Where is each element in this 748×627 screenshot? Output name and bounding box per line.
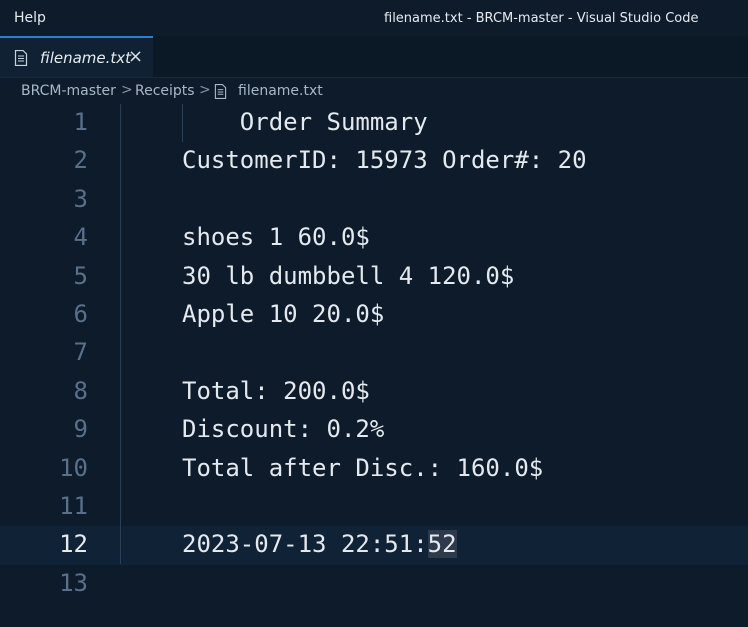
line-number: 8	[73, 376, 88, 405]
editor-line[interactable]: 7	[0, 334, 748, 372]
editor-line[interactable]: 9 Discount: 0.2%	[0, 411, 748, 449]
line-text[interactable]: 30 lb dumbbell 4 120.0$	[182, 262, 514, 290]
line-number: 10	[59, 453, 88, 482]
breadcrumb-separator: >	[121, 82, 133, 98]
tab-label: filename.txt	[40, 49, 132, 67]
line-text[interactable]: Apple 10 20.0$	[182, 300, 384, 328]
line-text[interactable]: Total: 200.0$	[182, 377, 370, 405]
breadcrumb: BRCM-master > Receipts > filename.txt	[0, 78, 748, 104]
text-selection[interactable]: 52	[427, 530, 457, 559]
editor-line[interactable]: 6 Apple 10 20.0$	[0, 296, 748, 334]
tab-filename[interactable]: filename.txt ×	[0, 36, 153, 77]
title-bar: Help filename.txt - BRCM-master - Visual…	[0, 0, 748, 36]
breadcrumb-item-root[interactable]: BRCM-master	[21, 83, 116, 99]
file-lines-icon	[14, 50, 28, 66]
breadcrumb-separator: >	[199, 82, 211, 98]
menu-help[interactable]: Help	[14, 10, 46, 26]
indent-guide	[182, 104, 183, 142]
close-icon[interactable]: ×	[128, 46, 143, 67]
line-text[interactable]: Total after Disc.: 160.0$	[182, 454, 543, 482]
line-number: 11	[59, 492, 88, 520]
line-number: 1	[73, 108, 88, 136]
line-number: 9	[73, 415, 88, 444]
line-number: 3	[73, 184, 88, 213]
line-text[interactable]: shoes 1 60.0$	[182, 223, 370, 251]
window-title: filename.txt - BRCM-master - Visual Stud…	[384, 11, 699, 26]
editor[interactable]: 1 Order Summary 2 CustomerID: 15973 Orde…	[0, 104, 748, 627]
line-text[interactable]: CustomerID: 15973 Order#: 20	[182, 146, 587, 174]
editor-line[interactable]: 1 Order Summary	[0, 104, 748, 142]
editor-line[interactable]: 13	[0, 565, 748, 603]
indent-guide	[120, 104, 121, 564]
editor-line[interactable]: 11	[0, 488, 748, 526]
editor-line[interactable]: 8 Total: 200.0$	[0, 373, 748, 411]
editor-line[interactable]: 10 Total after Disc.: 160.0$	[0, 450, 748, 488]
line-number: 13	[59, 568, 88, 597]
editor-line[interactable]: 2 CustomerID: 15973 Order#: 20	[0, 142, 748, 180]
line-number: 4	[73, 223, 88, 252]
file-lines-icon	[214, 84, 227, 99]
line-text[interactable]: Order Summary	[182, 108, 428, 136]
editor-line[interactable]: 5 30 lb dumbbell 4 120.0$	[0, 258, 748, 296]
line-text[interactable]: 2023-07-13 22:51:52	[182, 530, 457, 559]
line-number: 6	[73, 300, 88, 328]
tab-bar: filename.txt ×	[0, 36, 748, 78]
editor-line[interactable]: 4 shoes 1 60.0$	[0, 219, 748, 257]
editor-line[interactable]: 3	[0, 181, 748, 219]
line-number: 7	[73, 338, 88, 367]
line-number: 5	[73, 261, 88, 290]
line-number: 12	[59, 530, 88, 559]
editor-line-current[interactable]: 12 2023-07-13 22:51:52	[0, 526, 748, 565]
breadcrumb-item-file[interactable]: filename.txt	[238, 83, 323, 99]
line-number: 2	[73, 146, 88, 175]
line-text-before-selection: 2023-07-13 22:51:	[182, 530, 428, 559]
line-text[interactable]: Discount: 0.2%	[182, 415, 384, 443]
breadcrumb-item-folder[interactable]: Receipts	[135, 83, 195, 99]
